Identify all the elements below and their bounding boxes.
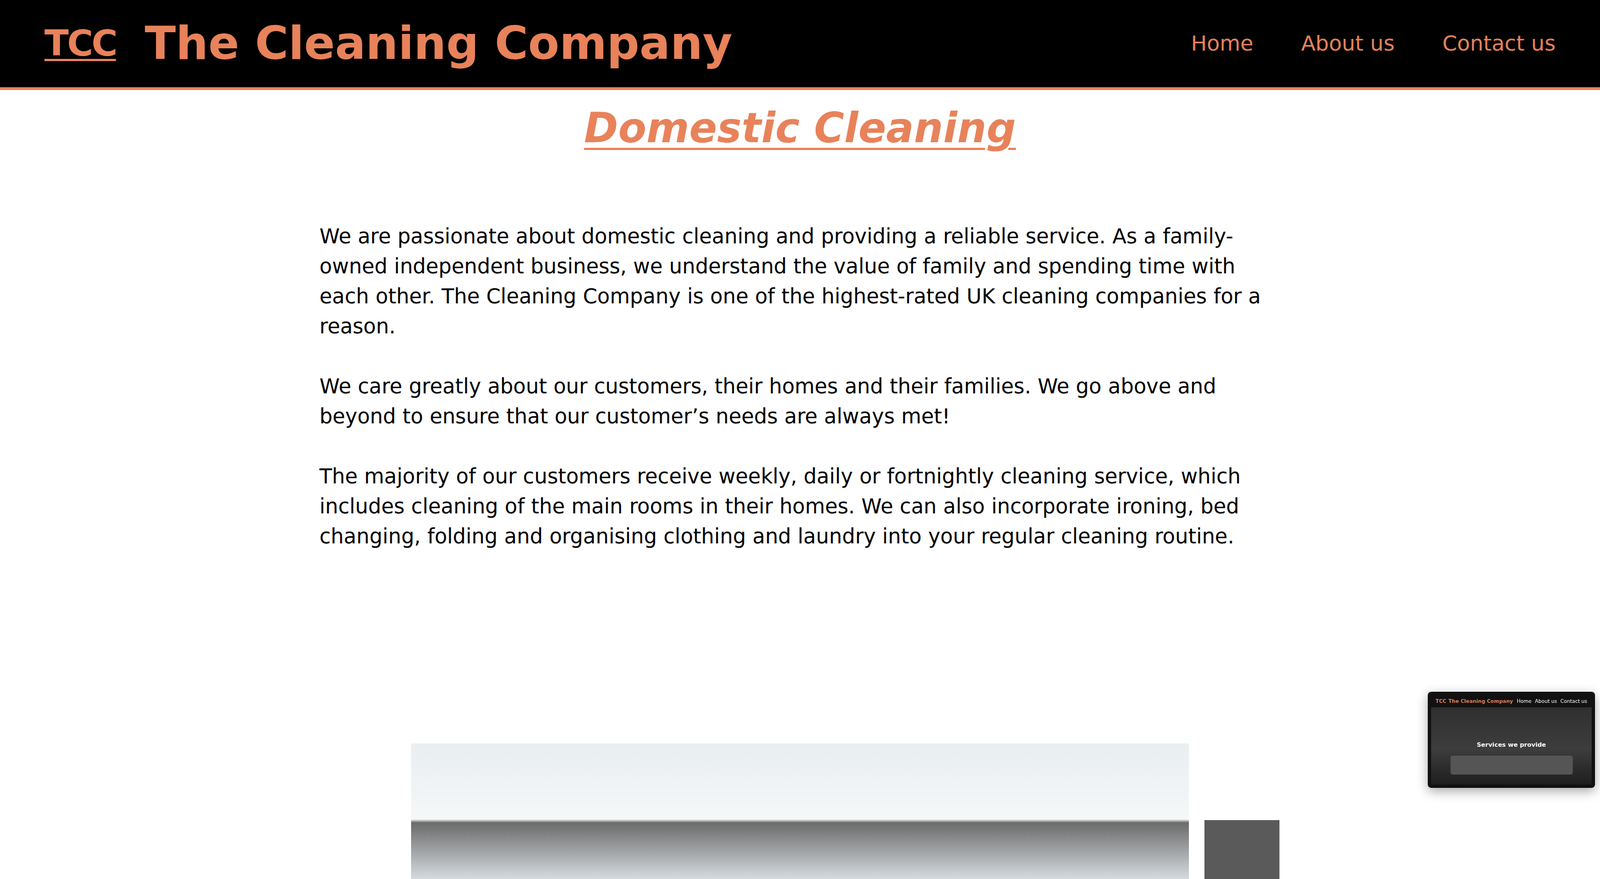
site-title[interactable]: The Cleaning Company xyxy=(145,16,733,71)
paragraph: We are passionate about domestic cleanin… xyxy=(319,221,1281,342)
nav-link[interactable]: Home xyxy=(1191,27,1254,60)
preview-sofa xyxy=(1450,755,1573,775)
preview-title: The Cleaning Company xyxy=(1448,698,1513,705)
preview-header: TCCThe Cleaning CompanyHomeAbout usConta… xyxy=(1431,695,1592,708)
paragraph: The majority of our customers receive we… xyxy=(319,461,1281,552)
preview-logo: TCC xyxy=(1435,698,1447,705)
next-photo xyxy=(1204,820,1280,879)
nav-link[interactable]: Contact us xyxy=(1442,27,1556,60)
logo[interactable]: TCC xyxy=(44,22,117,65)
page-preview[interactable]: TCCThe Cleaning CompanyHomeAbout usConta… xyxy=(1427,691,1595,788)
brand[interactable]: TCC The Cleaning Company xyxy=(44,16,733,71)
image-carousel[interactable] xyxy=(411,743,1280,879)
preview-caption: Services we provide xyxy=(1431,740,1592,750)
preview-nav-link: Home xyxy=(1516,698,1532,705)
preview-nav-link: About us xyxy=(1535,698,1558,705)
page-heading: Domestic Cleaning xyxy=(0,102,1600,154)
main-nav: Home About us Contact us xyxy=(1191,27,1556,60)
site-header: TCC The Cleaning Company Home About us Conta… xyxy=(0,0,1600,90)
paragraph: We care greatly about our customers, the… xyxy=(319,371,1281,432)
heading-wrap: Domestic Cleaning xyxy=(0,102,1600,154)
preview-nav: HomeAbout usContact us xyxy=(1516,698,1588,705)
room-photo xyxy=(411,743,1189,879)
preview-nav-link: Contact us xyxy=(1560,698,1588,705)
intro-text: We are passionate about domestic cleanin… xyxy=(319,221,1281,552)
nav-link[interactable]: About us xyxy=(1301,27,1395,60)
preview-brand: TCCThe Cleaning Company xyxy=(1435,698,1513,705)
main-content: Domestic Cleaning We are passionate about… xyxy=(0,102,1600,879)
